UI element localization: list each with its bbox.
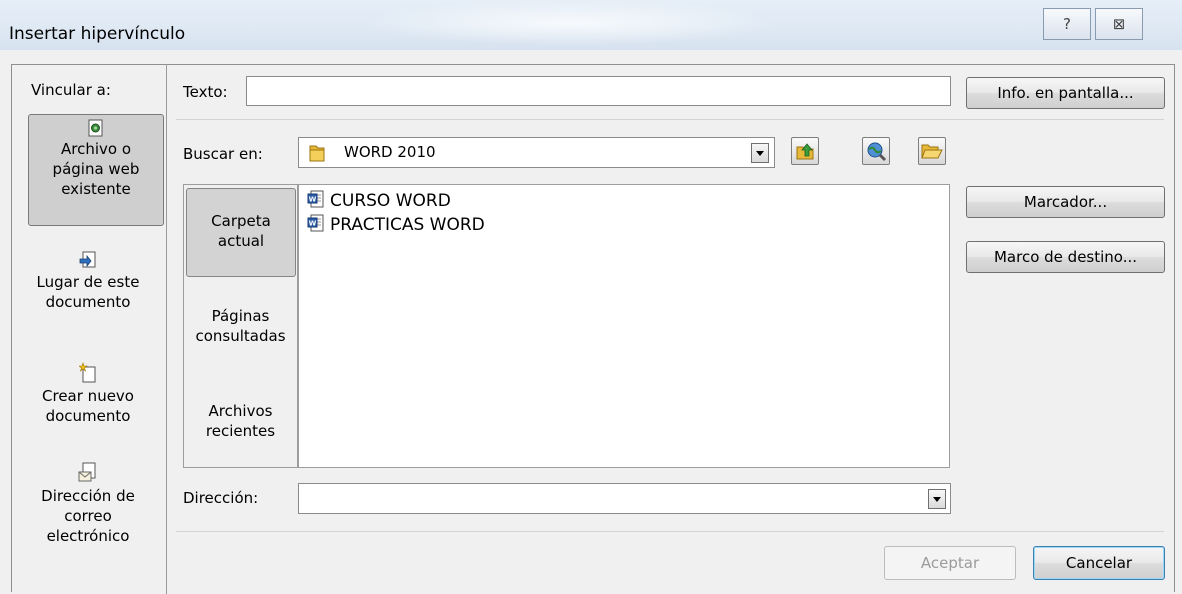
address-label: Dirección: <box>183 489 259 507</box>
cancel-button[interactable]: Cancelar <box>1033 546 1165 580</box>
sidebar-item-label-line: documento <box>45 293 131 311</box>
tab-label-line: Páginas <box>211 307 270 325</box>
chevron-down-icon[interactable] <box>751 143 769 163</box>
file-name: CURSO WORD <box>330 191 451 211</box>
sidebar-item-existing-file[interactable]: Archivo o página web existente <box>28 114 164 226</box>
tab-label-line: Carpeta <box>211 212 271 230</box>
tab-label-line: actual <box>217 232 265 250</box>
list-item[interactable]: W CURSO WORD <box>307 190 451 211</box>
list-item[interactable]: W PRACTICAS WORD <box>307 214 485 235</box>
tab-browsed-pages[interactable]: Páginas consultadas <box>183 306 298 346</box>
title-bar: Insertar hipervínculo ? ⊠ <box>0 0 1182 50</box>
sidebar-item-label-line: documento <box>45 407 131 425</box>
sidebar-item-label-line: Dirección de <box>41 487 135 505</box>
link-to-heading: Vincular a: <box>31 81 111 99</box>
email-icon <box>78 462 96 482</box>
place-in-document-icon <box>79 251 96 268</box>
sidebar-item-label-line: Crear nuevo <box>42 387 134 405</box>
sidebar-item-label-line: electrónico <box>46 527 130 545</box>
svg-text:W: W <box>309 196 317 204</box>
separator <box>176 119 1164 120</box>
bookmark-button[interactable]: Marcador... <box>966 186 1165 218</box>
word-document-icon: W <box>307 190 324 208</box>
sidebar-item-new-document[interactable]: Crear nuevo documento <box>14 362 162 426</box>
file-list[interactable]: W CURSO WORD W PRACTICAS WORD <box>298 184 950 468</box>
tab-label-line: consultadas <box>195 327 286 345</box>
sidebar-item-label-line: página web <box>52 160 140 178</box>
ok-button[interactable]: Aceptar <box>884 546 1016 580</box>
text-label: Texto: <box>183 83 228 101</box>
close-icon: ⊠ <box>1112 15 1126 33</box>
sidebar-item-label-line: Lugar de este <box>36 273 140 291</box>
look-in-label: Buscar en: <box>183 145 263 163</box>
tab-recent-files[interactable]: Archivos recientes <box>183 401 298 441</box>
svg-text:W: W <box>309 220 317 228</box>
target-frame-button[interactable]: Marco de destino... <box>966 241 1165 273</box>
look-in-value: WORD 2010 <box>344 143 436 161</box>
sidebar-item-label-line: existente <box>61 180 131 198</box>
browse-web-icon <box>867 142 887 162</box>
sidebar-item-email-address[interactable]: Dirección de correo electrónico <box>14 462 162 546</box>
word-document-icon: W <box>307 214 324 232</box>
screentip-button[interactable]: Info. en pantalla... <box>966 77 1165 109</box>
browse-web-button[interactable] <box>862 137 890 165</box>
address-input[interactable] <box>298 483 951 514</box>
up-one-folder-button[interactable] <box>791 137 819 165</box>
sidebar-item-label-line: correo <box>64 507 112 525</box>
browse-file-button[interactable] <box>918 137 946 165</box>
folder-icon <box>309 145 325 162</box>
chevron-down-icon[interactable] <box>928 489 946 509</box>
tab-label-line: recientes <box>205 422 276 440</box>
close-button[interactable]: ⊠ <box>1095 8 1143 40</box>
look-in-select[interactable]: WORD 2010 <box>298 137 775 168</box>
up-folder-icon <box>796 143 814 160</box>
address-text[interactable] <box>301 486 927 510</box>
tab-current-folder[interactable]: Carpeta actual <box>186 188 296 277</box>
help-icon: ? <box>1063 15 1071 33</box>
file-web-icon <box>88 119 103 137</box>
file-name: PRACTICAS WORD <box>330 215 485 235</box>
text-to-display-input[interactable] <box>246 76 951 106</box>
separator <box>176 531 1164 532</box>
tab-label-line: Archivos <box>208 402 273 420</box>
dialog-title: Insertar hipervínculo <box>9 24 186 44</box>
sidebar-item-place-in-document[interactable]: Lugar de este documento <box>14 250 162 312</box>
sidebar-item-label-line: Archivo o <box>60 140 132 158</box>
help-button[interactable]: ? <box>1043 8 1091 40</box>
title-bar-glow <box>360 0 780 46</box>
open-folder-icon <box>921 144 943 159</box>
new-document-icon <box>79 362 96 383</box>
